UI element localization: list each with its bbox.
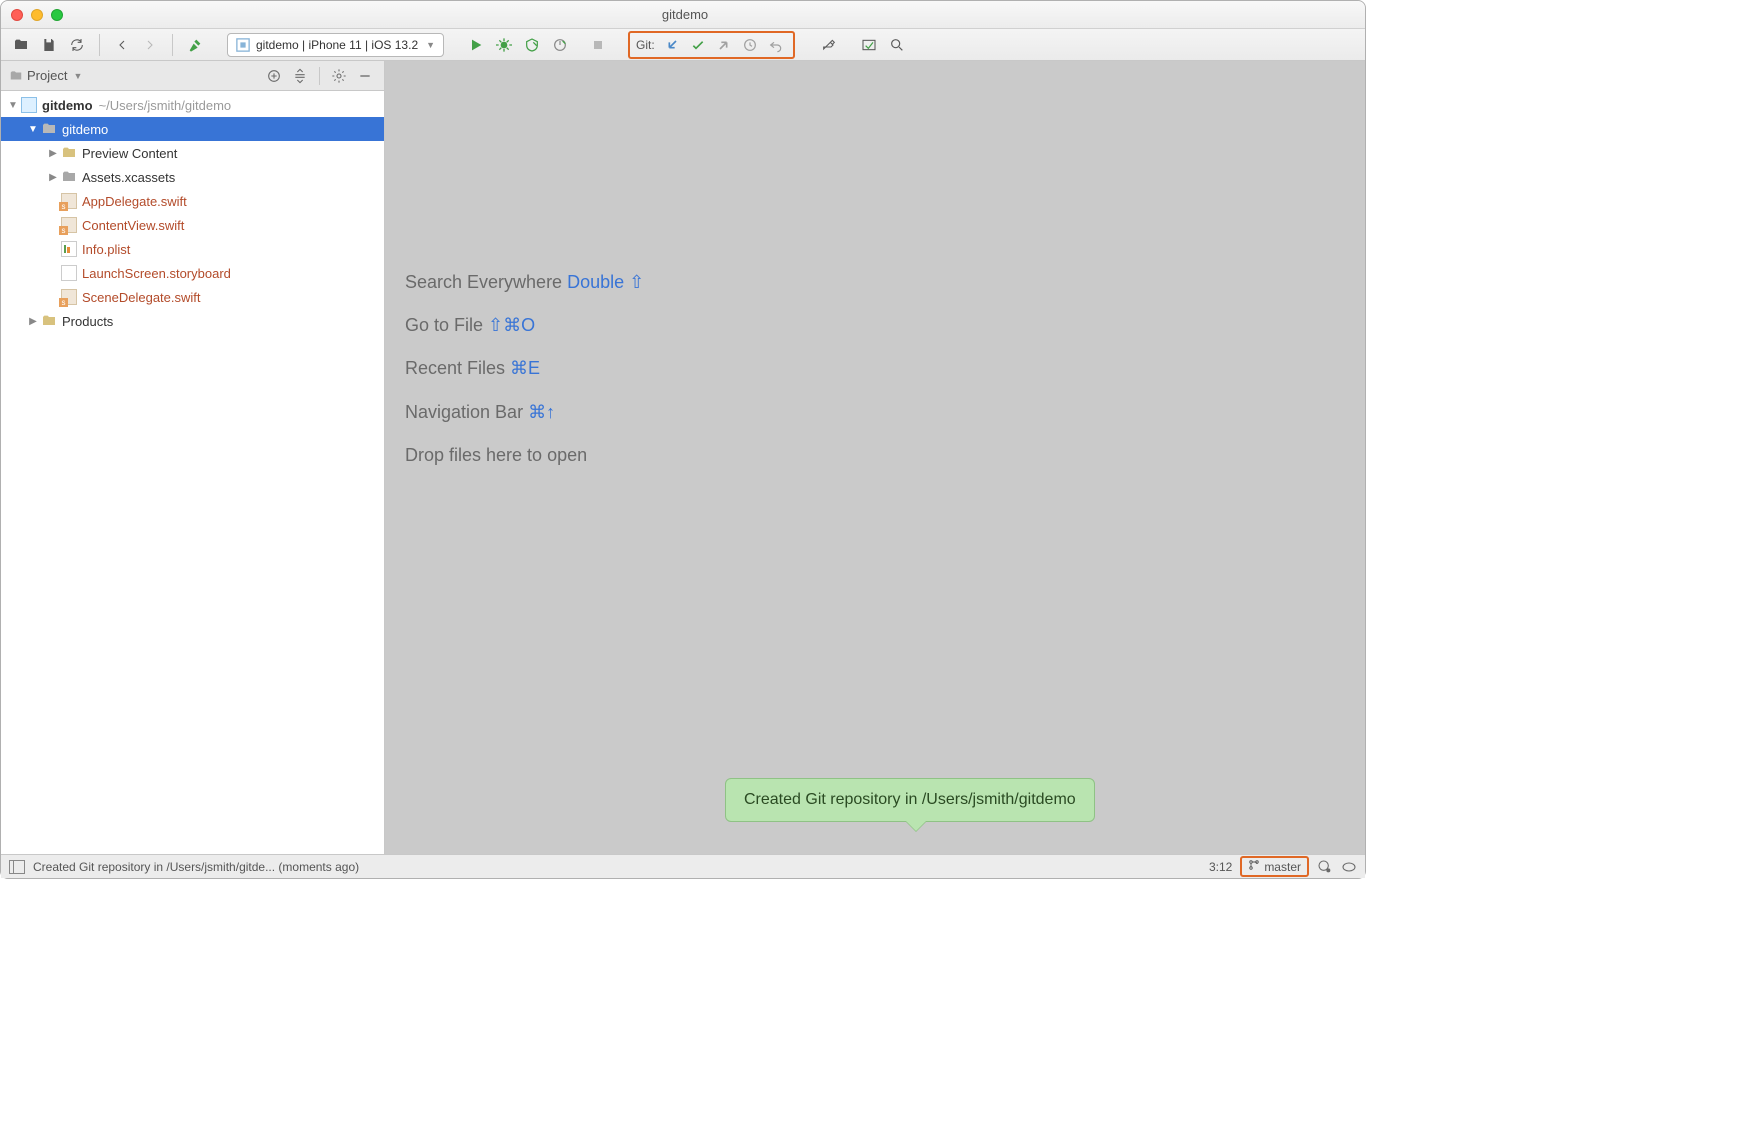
hint-goto-file: Go to File ⇧⌘O: [405, 304, 644, 347]
run-icon[interactable]: [464, 33, 488, 57]
tree-label: AppDelegate.swift: [82, 194, 187, 209]
nav-back-icon[interactable]: [110, 33, 134, 57]
tree-label: ContentView.swift: [82, 218, 184, 233]
folder-icon: [41, 121, 57, 137]
project-tool-window: Project ▼ ▼ gitdemo ~/Users/jsmith/gitde…: [1, 61, 385, 854]
editor-area[interactable]: Search Everywhere Double ⇧ Go to File ⇧⌘…: [385, 61, 1365, 854]
expand-all-icon[interactable]: [289, 65, 311, 87]
search-everywhere-icon[interactable]: [885, 33, 909, 57]
tree-file-contentview[interactable]: ContentView.swift: [1, 213, 384, 237]
run-configuration-selector[interactable]: gitdemo | iPhone 11 | iOS 13.2 ▼: [227, 33, 444, 57]
layout-icon[interactable]: [857, 33, 881, 57]
titlebar: gitdemo: [1, 1, 1365, 29]
hint-drop-files: Drop files here to open: [405, 434, 644, 477]
swift-file-icon: [61, 217, 77, 233]
tree-label: gitdemo: [42, 98, 93, 113]
git-push-icon[interactable]: [713, 34, 735, 56]
swift-file-icon: [61, 289, 77, 305]
status-bar: Created Git repository in /Users/jsmith/…: [1, 854, 1365, 878]
project-tree[interactable]: ▼ gitdemo ~/Users/jsmith/gitdemo ▼ gitde…: [1, 91, 384, 854]
inspections-icon[interactable]: [1341, 859, 1357, 875]
editor-empty-hints: Search Everywhere Double ⇧ Go to File ⇧⌘…: [405, 261, 644, 477]
tree-file-appdelegate[interactable]: AppDelegate.swift: [1, 189, 384, 213]
project-view-selector[interactable]: Project ▼: [9, 68, 82, 83]
caret-position[interactable]: 3:12: [1209, 860, 1232, 874]
expand-arrow-icon[interactable]: ▶: [27, 316, 39, 327]
tool-windows-toggle-icon[interactable]: [9, 860, 25, 874]
folder-icon: [61, 145, 77, 161]
project-tool-header: Project ▼: [1, 61, 384, 91]
save-all-icon[interactable]: [37, 33, 61, 57]
branch-icon: [1248, 859, 1260, 874]
swift-file-icon: [61, 193, 77, 209]
ide-settings-icon[interactable]: [817, 33, 841, 57]
run-coverage-icon[interactable]: [520, 33, 544, 57]
tree-label: LaunchScreen.storyboard: [82, 266, 231, 281]
expand-arrow-icon[interactable]: ▶: [47, 148, 59, 159]
status-message: Created Git repository in /Users/jsmith/…: [33, 860, 359, 874]
tree-label: Assets.xcassets: [82, 170, 175, 185]
main-toolbar: gitdemo | iPhone 11 | iOS 13.2 ▼ Git:: [1, 29, 1365, 61]
tree-label: gitdemo: [62, 122, 108, 137]
window-title: gitdemo: [15, 7, 1355, 22]
git-commit-icon[interactable]: [687, 34, 709, 56]
nav-forward-icon[interactable]: [138, 33, 162, 57]
tree-label: SceneDelegate.swift: [82, 290, 201, 305]
project-view-label: Project: [27, 68, 67, 83]
tree-folder-preview[interactable]: ▶ Preview Content: [1, 141, 384, 165]
git-branch-widget[interactable]: master: [1240, 856, 1309, 877]
tree-label: Preview Content: [82, 146, 177, 161]
main-layout: Project ▼ ▼ gitdemo ~/Users/jsmith/gitde…: [1, 61, 1365, 854]
plist-file-icon: [61, 241, 77, 257]
folder-icon: [41, 313, 57, 329]
hint-search: Search Everywhere Double ⇧: [405, 261, 644, 304]
hint-recent-files: Recent Files ⌘E: [405, 347, 644, 390]
target-icon: [236, 38, 250, 52]
git-toolbar-group: Git:: [628, 31, 795, 59]
git-update-icon[interactable]: [661, 34, 683, 56]
tree-label: Products: [62, 314, 113, 329]
tool-settings-icon[interactable]: [328, 65, 350, 87]
stop-icon[interactable]: [586, 33, 610, 57]
storyboard-file-icon: [61, 265, 77, 281]
expand-arrow-icon[interactable]: ▶: [47, 172, 59, 183]
folder-icon: [9, 69, 23, 83]
git-rollback-icon[interactable]: [765, 34, 787, 56]
hint-nav-bar: Navigation Bar ⌘↑: [405, 391, 644, 434]
sync-icon[interactable]: [65, 33, 89, 57]
tree-file-scenedelegate[interactable]: SceneDelegate.swift: [1, 285, 384, 309]
tree-root[interactable]: ▼ gitdemo ~/Users/jsmith/gitdemo: [1, 93, 384, 117]
branch-name: master: [1264, 860, 1301, 874]
debug-icon[interactable]: [492, 33, 516, 57]
tree-folder-assets[interactable]: ▶ Assets.xcassets: [1, 165, 384, 189]
tree-file-infoplist[interactable]: Info.plist: [1, 237, 384, 261]
tree-folder-gitdemo[interactable]: ▼ gitdemo: [1, 117, 384, 141]
chevron-down-icon: ▼: [426, 40, 435, 50]
git-history-icon[interactable]: [739, 34, 761, 56]
module-icon: [21, 97, 37, 113]
tree-file-launchscreen[interactable]: LaunchScreen.storyboard: [1, 261, 384, 285]
select-opened-file-icon[interactable]: [263, 65, 285, 87]
notification-tooltip: Created Git repository in /Users/jsmith/…: [725, 778, 1095, 822]
background-tasks-icon[interactable]: [1317, 859, 1333, 875]
build-hammer-icon[interactable]: [183, 33, 207, 57]
git-label: Git:: [636, 38, 655, 52]
assets-folder-icon: [61, 169, 77, 185]
run-config-label: gitdemo | iPhone 11 | iOS 13.2: [256, 38, 418, 52]
tree-folder-products[interactable]: ▶ Products: [1, 309, 384, 333]
profile-icon[interactable]: [548, 33, 572, 57]
chevron-down-icon: ▼: [73, 71, 82, 81]
tree-label: Info.plist: [82, 242, 130, 257]
open-file-icon[interactable]: [9, 33, 33, 57]
hide-tool-window-icon[interactable]: [354, 65, 376, 87]
expand-arrow-icon[interactable]: ▼: [27, 124, 39, 135]
expand-arrow-icon[interactable]: ▼: [7, 100, 19, 111]
tree-path: ~/Users/jsmith/gitdemo: [99, 98, 232, 113]
